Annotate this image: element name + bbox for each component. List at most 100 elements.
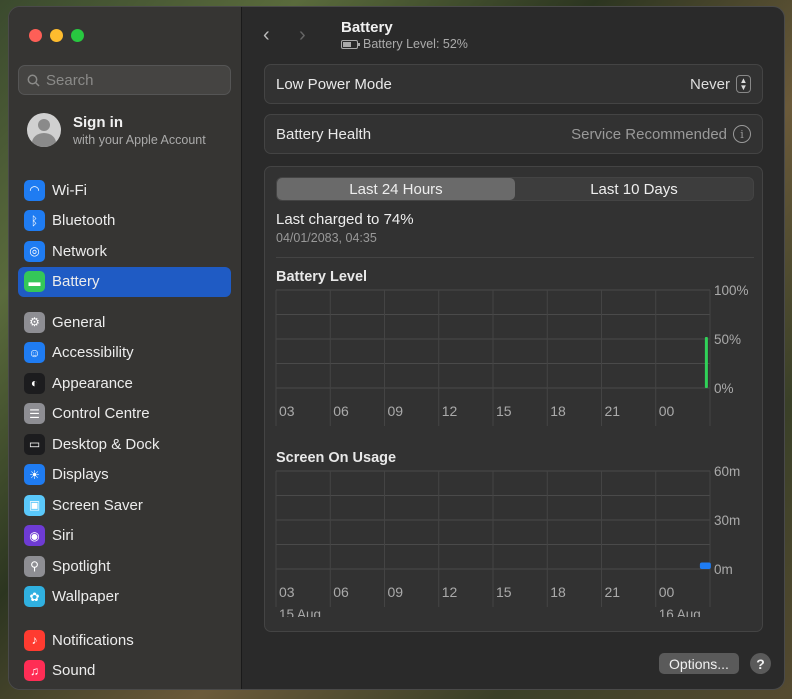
siri-icon: ◉ — [24, 525, 45, 547]
help-button[interactable]: ? — [750, 653, 771, 674]
low-power-label: Low Power Mode — [276, 75, 392, 93]
battery-level-chart: 100% 50% 0% 03 06 09 12 15 18 21 00 — [275, 284, 749, 426]
usage-card: Last 24 Hours Last 10 Days Last charged … — [264, 166, 763, 632]
main-pane: ‹ › Battery Battery Level: 52% Low Power… — [243, 7, 784, 689]
x-tick-label: 18 — [550, 584, 566, 600]
date-label: 16 Aug — [659, 607, 701, 617]
sidebar-item-control-centre[interactable]: ☰ Control Centre — [18, 399, 231, 430]
sidebar-item-spotlight[interactable]: ⚲ Spotlight — [18, 551, 231, 582]
sidebar-item-accessibility[interactable]: ☺ Accessibility — [18, 338, 231, 369]
sidebar-item-label: Wallpaper — [52, 588, 119, 606]
screen-saver-icon: ▣ — [24, 494, 45, 516]
forward-chevron-icon[interactable]: › — [299, 24, 335, 47]
y-tick-label: 0% — [714, 381, 734, 396]
globe-icon: ◎ — [24, 240, 45, 262]
sidebar-item-label: Displays — [52, 466, 109, 484]
sidebar-item-label: Accessibility — [52, 344, 134, 362]
gear-icon: ⚙ — [24, 311, 45, 333]
up-down-chevron-icon: ▲ ▼ — [736, 75, 751, 93]
battery-icon — [341, 39, 360, 49]
x-tick-label: 06 — [333, 403, 349, 419]
battery-health-card: Battery Health Service Recommended i — [264, 114, 763, 154]
sidebar-item-desktop-dock[interactable]: ▭ Desktop & Dock — [18, 429, 231, 460]
avatar — [27, 113, 61, 147]
x-tick-label: 15 — [496, 403, 512, 419]
sidebar-item-battery[interactable]: ▬ Battery — [18, 266, 231, 297]
sidebar-item-label: Notifications — [52, 631, 134, 649]
x-tick-label: 06 — [333, 584, 349, 600]
tab-last-24-hours[interactable]: Last 24 Hours — [277, 178, 515, 200]
sidebar-item-label: Wi-Fi — [52, 181, 87, 199]
x-tick-label: 12 — [442, 584, 458, 600]
sidebar-item-wi-fi[interactable]: ◠ Wi-Fi — [18, 175, 231, 206]
x-tick-label: 03 — [279, 403, 295, 419]
x-tick-label: 03 — [279, 584, 295, 600]
battery-level-text: Battery Level: 52% — [363, 37, 468, 51]
sidebar-item-label: Spotlight — [52, 557, 111, 575]
sidebar-item-screen-saver[interactable]: ▣ Screen Saver — [18, 490, 231, 521]
data-bar — [704, 337, 708, 388]
low-power-value: Never — [689, 75, 730, 93]
sidebar-item-label: Sound — [52, 662, 96, 680]
sidebar-item-label: Desktop & Dock — [52, 435, 160, 453]
speaker-icon: ♫ — [24, 660, 45, 682]
data-bar — [699, 562, 711, 569]
toolbar: ‹ › Battery Battery Level: 52% — [263, 19, 468, 51]
search-field[interactable] — [18, 65, 231, 95]
sidebar-item-displays[interactable]: ☀ Displays — [18, 460, 231, 491]
battery-level-chart-title: Battery Level — [276, 269, 368, 285]
y-tick-label: 50% — [714, 332, 741, 347]
y-tick-label: 100% — [714, 284, 749, 298]
sidebar-item-siri[interactable]: ◉ Siri — [18, 521, 231, 552]
low-power-card: Low Power Mode Never ▲ ▼ — [264, 64, 763, 104]
sidebar-group: ♪ Notifications ♫ Sound — [18, 625, 231, 686]
sidebar-item-label: Control Centre — [52, 405, 150, 423]
date-label: 15 Aug — [279, 607, 321, 617]
x-tick-label: 00 — [659, 584, 675, 600]
last-charged-date: 04/01/2083, 04:35 — [276, 231, 377, 245]
control-centre-icon: ☰ — [24, 403, 45, 425]
tab-last-10-days[interactable]: Last 10 Days — [515, 178, 753, 200]
sidebar-item-wallpaper[interactable]: ✿ Wallpaper — [18, 582, 231, 613]
y-tick-label: 60m — [714, 465, 740, 479]
magnifier-icon: ⚲ — [24, 555, 45, 577]
back-chevron-icon[interactable]: ‹ — [263, 24, 299, 47]
low-power-select[interactable]: Never ▲ ▼ — [690, 75, 751, 93]
options-button[interactable]: Options... — [659, 653, 739, 674]
sidebar-item-label: Appearance — [52, 374, 133, 392]
battery-health-value: Service Recommended — [571, 125, 727, 143]
y-tick-label: 30m — [714, 513, 740, 528]
zoom-button[interactable] — [71, 29, 84, 42]
sign-in-subtitle: with your Apple Account — [73, 132, 206, 147]
x-tick-label: 09 — [388, 584, 404, 600]
sun-icon: ☀ — [24, 464, 45, 486]
sidebar-item-label: Siri — [52, 527, 74, 545]
info-icon[interactable]: i — [733, 125, 751, 143]
sidebar-item-network[interactable]: ◎ Network — [18, 236, 231, 267]
y-tick-label: 0m — [714, 562, 733, 577]
bluetooth-icon: ᛒ — [24, 210, 45, 232]
window-controls — [29, 29, 84, 42]
sidebar-item-label: Screen Saver — [52, 496, 143, 514]
screen-on-usage-chart: 60m 30m 0m 03 06 09 12 15 18 21 00 15 Aug 16 Aug — [275, 465, 740, 617]
account-row[interactable]: Sign in with your Apple Account — [27, 113, 206, 147]
sign-in-title: Sign in — [73, 113, 123, 131]
settings-window: Sign in with your Apple Account ◠Wi-FiᛒB… — [8, 6, 785, 690]
sidebar-item-label: General — [52, 313, 106, 331]
sidebar-group: ⚙ General ☺ Accessibility ◐ Appearance ☰ Contro… — [18, 307, 231, 612]
time-range-segmented-control: Last 24 Hours Last 10 Days — [276, 177, 754, 201]
sidebar-item-appearance[interactable]: ◐ Appearance — [18, 368, 231, 399]
minimize-button[interactable] — [50, 29, 63, 42]
close-button[interactable] — [29, 29, 42, 42]
sidebar-item-sound[interactable]: ♫ Sound — [18, 656, 231, 687]
search-input[interactable] — [46, 71, 216, 89]
wallpaper-icon: ✿ — [24, 586, 45, 608]
sidebar-item-general[interactable]: ⚙ General — [18, 307, 231, 338]
dock-icon: ▭ — [24, 433, 45, 455]
screen-on-usage-chart-title: Screen On Usage — [276, 450, 397, 466]
x-tick-label: 00 — [659, 403, 675, 419]
battery-level-subtitle: Battery Level: 52% — [341, 37, 468, 51]
sidebar-item-label: Battery — [52, 273, 100, 291]
sidebar-item-bluetooth[interactable]: ᛒ Bluetooth — [18, 206, 231, 237]
sidebar-item-notifications[interactable]: ♪ Notifications — [18, 625, 231, 656]
